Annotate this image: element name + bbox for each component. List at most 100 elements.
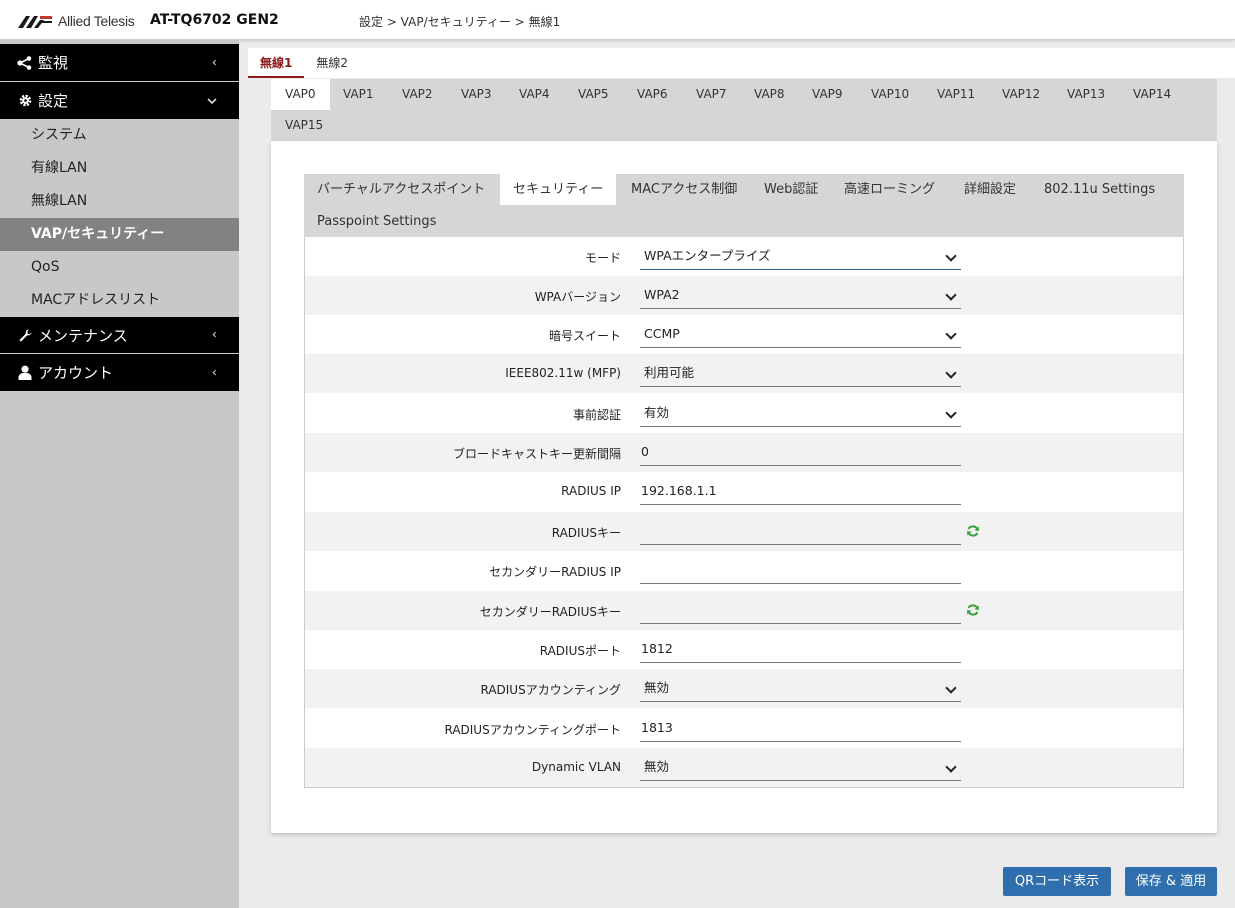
tab-mac-access-control[interactable]: MACアクセス制御 <box>618 174 750 205</box>
device-model: AT-TQ6702 GEN2 <box>150 12 279 28</box>
form-row-wpa-version: WPAバージョン WPA2 <box>305 276 1183 315</box>
cipher-suite-select[interactable]: CCMP <box>640 321 961 348</box>
tab-fast-roaming[interactable]: 高速ローミング <box>831 174 948 205</box>
preauth-label: 事前認証 <box>572 408 621 422</box>
radius-accounting-select[interactable]: 無効 <box>640 675 961 702</box>
radius-key-label: RADIUSキー <box>551 526 621 540</box>
tab-vap12[interactable]: VAP12 <box>988 79 1054 110</box>
tab-vap7[interactable]: VAP7 <box>682 79 741 110</box>
radio-tabs: 無線1 無線2 <box>248 48 360 78</box>
tab-security[interactable]: セキュリティー <box>500 174 617 205</box>
sidebar-section-account[interactable]: アカウント ‹ <box>0 354 239 391</box>
share-icon <box>16 55 34 70</box>
sidebar-section-settings[interactable]: 設定 <box>0 82 239 119</box>
secondary-radius-key-input[interactable] <box>640 597 961 624</box>
chevron-left-icon: ‹ <box>211 365 217 380</box>
brand-name: Allied Telesis <box>58 13 135 29</box>
security-tab-bar: バーチャルアクセスポイント セキュリティー MACアクセス制御 Web認証 高速… <box>304 174 1184 237</box>
sidebar-section-label: 監視 <box>38 54 69 72</box>
tab-vap8[interactable]: VAP8 <box>740 79 799 110</box>
tab-vap15[interactable]: VAP15 <box>271 110 337 141</box>
form-row-mfp: IEEE802.11w (MFP) 利用可能 <box>305 354 1183 393</box>
form-row-radius-accounting-port: RADIUSアカウンティングポート 1813 <box>305 709 1183 748</box>
qr-code-button[interactable]: QRコード表示 <box>1003 867 1111 896</box>
form-row-radius-accounting: RADIUSアカウンティング 無効 <box>305 669 1183 708</box>
mode-select[interactable]: WPAエンタープライズ <box>640 243 961 270</box>
form-row-radius-port: RADIUSポート 1812 <box>305 630 1183 669</box>
form-row-radius-key: RADIUSキー <box>305 512 1183 551</box>
sidebar-item-system[interactable]: システム <box>0 119 239 152</box>
form-row-cipher-suite: 暗号スイート CCMP <box>305 315 1183 354</box>
radius-port-input[interactable]: 1812 <box>640 636 961 663</box>
form-row-secondary-radius-key: セカンダリーRADIUSキー <box>305 591 1183 630</box>
sidebar-item-wired-lan[interactable]: 有線LAN <box>0 152 239 185</box>
brand-logo: Allied Telesis <box>18 12 135 30</box>
sidebar-item-mac-address-list[interactable]: MACアドレスリスト <box>0 284 239 317</box>
refresh-icon[interactable] <box>966 524 980 538</box>
secondary-radius-ip-label: セカンダリーRADIUS IP <box>489 565 621 579</box>
form-row-secondary-radius-ip: セカンダリーRADIUS IP <box>305 551 1183 590</box>
sidebar-item-qos[interactable]: QoS <box>0 251 239 284</box>
save-apply-button[interactable]: 保存 & 適用 <box>1125 867 1217 896</box>
broadcast-key-interval-label: ブロードキャストキー更新間隔 <box>452 447 621 461</box>
dynamic-vlan-label: Dynamic VLAN <box>531 760 621 774</box>
sidebar-section-label: 設定 <box>38 92 69 110</box>
sidebar-item-vap-security[interactable]: VAP/セキュリティー <box>0 218 239 251</box>
radio-tab-bar <box>248 48 1235 78</box>
gear-icon <box>16 93 34 108</box>
radius-key-input[interactable] <box>640 518 961 545</box>
tab-vap9[interactable]: VAP9 <box>798 79 857 110</box>
top-bar: Allied Telesis AT-TQ6702 GEN2 設定 > VAP/セ… <box>0 0 1235 40</box>
form-row-dynamic-vlan: Dynamic VLAN 無効 <box>305 748 1183 787</box>
radius-accounting-port-label: RADIUSアカウンティングポート <box>444 723 621 737</box>
tab-vap2[interactable]: VAP2 <box>388 79 447 110</box>
tab-vap5[interactable]: VAP5 <box>564 79 623 110</box>
user-icon <box>16 365 34 380</box>
secondary-radius-key-label: セカンダリーRADIUSキー <box>479 605 621 619</box>
tab-vap1[interactable]: VAP1 <box>329 79 388 110</box>
tab-vap13[interactable]: VAP13 <box>1053 79 1119 110</box>
tab-vap10[interactable]: VAP10 <box>857 79 923 110</box>
broadcast-key-interval-input[interactable]: 0 <box>640 439 961 466</box>
tab-radio1[interactable]: 無線1 <box>248 48 305 78</box>
tab-vap4[interactable]: VAP4 <box>505 79 564 110</box>
mfp-select[interactable]: 利用可能 <box>640 360 961 387</box>
wpa-version-label: WPAバージョン <box>534 290 621 304</box>
wpa-version-select[interactable]: WPA2 <box>640 282 961 309</box>
radius-ip-label: RADIUS IP <box>561 484 621 498</box>
secondary-radius-ip-input[interactable] <box>640 557 961 584</box>
tab-vap11[interactable]: VAP11 <box>923 79 989 110</box>
radius-ip-input[interactable]: 192.168.1.1 <box>640 478 961 505</box>
breadcrumb: 設定 > VAP/セキュリティー > 無線1 <box>359 15 561 29</box>
tab-virtual-access-point[interactable]: バーチャルアクセスポイント <box>304 174 498 205</box>
sidebar-section-label: メンテナンス <box>38 326 128 345</box>
radius-accounting-label: RADIUSアカウンティング <box>480 683 621 697</box>
form-row-mode: モード WPAエンタープライズ <box>305 237 1183 276</box>
cipher-suite-label: 暗号スイート <box>548 329 621 343</box>
tab-vap14[interactable]: VAP14 <box>1119 79 1185 110</box>
tab-radio2[interactable]: 無線2 <box>304 48 360 78</box>
allied-telesis-logo-icon <box>18 16 52 28</box>
mfp-label: IEEE802.11w (MFP) <box>505 366 621 380</box>
form-row-broadcast-key-interval: ブロードキャストキー更新間隔 0 <box>305 433 1183 472</box>
mode-label: モード <box>584 251 621 265</box>
form-row-preauth: 事前認証 有効 <box>305 394 1183 433</box>
radius-accounting-port-input[interactable]: 1813 <box>640 715 961 742</box>
wrench-icon <box>16 328 34 343</box>
tab-vap6[interactable]: VAP6 <box>623 79 682 110</box>
tab-passpoint-settings[interactable]: Passpoint Settings <box>304 206 449 237</box>
tab-80211u-settings[interactable]: 802.11u Settings <box>1031 174 1168 205</box>
tab-web-auth[interactable]: Web認証 <box>751 174 831 205</box>
dynamic-vlan-select[interactable]: 無効 <box>640 754 961 781</box>
preauth-select[interactable]: 有効 <box>640 400 961 427</box>
tab-vap0[interactable]: VAP0 <box>271 79 330 110</box>
tab-advanced-settings[interactable]: 詳細設定 <box>951 174 1029 205</box>
chevron-left-icon: ‹ <box>211 327 217 343</box>
tab-vap3[interactable]: VAP3 <box>447 79 506 110</box>
chevron-down-icon <box>207 94 217 108</box>
sidebar-item-wireless-lan[interactable]: 無線LAN <box>0 185 239 218</box>
sidebar-section-maintenance[interactable]: メンテナンス ‹ <box>0 317 239 353</box>
refresh-icon[interactable] <box>966 603 980 617</box>
sidebar-section-monitor[interactable]: 監視 ‹ <box>0 44 239 81</box>
sidebar-section-label: アカウント <box>38 364 114 382</box>
